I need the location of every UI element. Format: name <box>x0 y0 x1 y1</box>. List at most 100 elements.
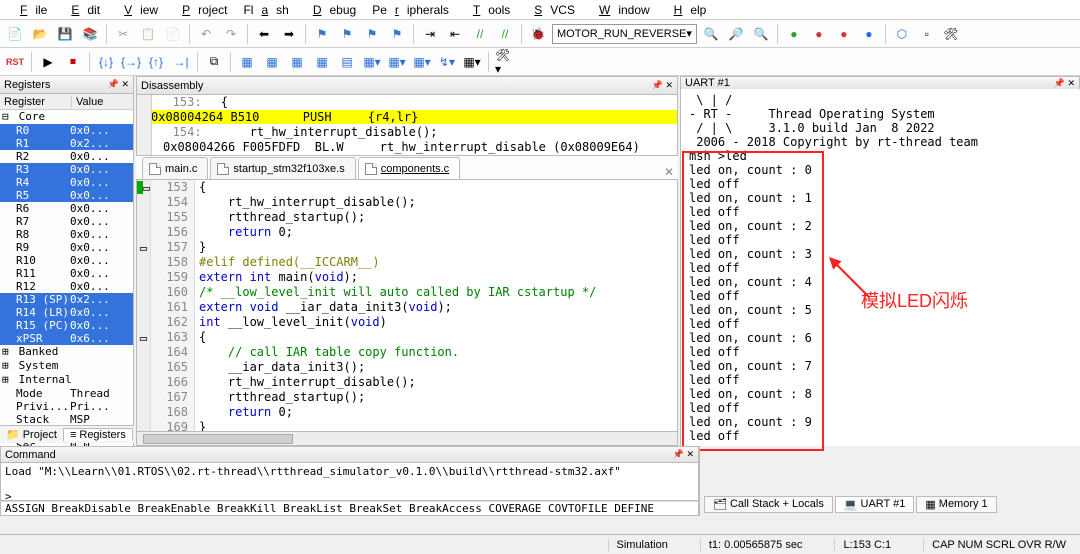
window-memory-button[interactable]: ▦▾ <box>361 51 383 73</box>
new-file-button[interactable]: 📄 <box>4 23 26 45</box>
nav-forward-button[interactable]: ➡ <box>278 23 300 45</box>
paste-button[interactable]: 📄 <box>162 23 184 45</box>
menu-help[interactable]: Help <box>658 3 715 17</box>
menu-edit[interactable]: Edit <box>55 3 108 17</box>
step-over-button[interactable]: {→} <box>120 51 142 73</box>
options-button[interactable]: ● <box>858 23 880 45</box>
editor-tab[interactable]: main.c <box>142 157 208 179</box>
breakpoint-marker[interactable] <box>137 345 150 360</box>
pin-icon[interactable]: 📌 ✕ <box>108 79 129 90</box>
tab-project[interactable]: 📁 Project <box>0 428 63 441</box>
window-disasm-button[interactable]: ▦ <box>261 51 283 73</box>
register-row[interactable]: R15 (PC)0x0... <box>0 319 133 332</box>
register-row[interactable]: R20x0... <box>0 150 133 163</box>
reg-group[interactable]: ⊞ Internal <box>0 373 133 387</box>
breakpoint-marker[interactable] <box>137 210 150 225</box>
run-to-cursor-button[interactable]: →| <box>170 51 192 73</box>
editor-tab[interactable]: components.c <box>358 157 460 179</box>
window-analysis-button[interactable]: ▦▾ <box>411 51 433 73</box>
copy-button[interactable]: 📋 <box>137 23 159 45</box>
comment-button[interactable]: // <box>469 23 491 45</box>
breakpoint-marker[interactable] <box>137 195 150 210</box>
bookmark-next-button[interactable]: ⚑ <box>361 23 383 45</box>
search-next-button[interactable]: 🔎 <box>725 23 747 45</box>
debug-icon[interactable]: ⬡ <box>891 23 913 45</box>
breakpoint-marker[interactable] <box>137 420 150 432</box>
breakpoint-marker[interactable] <box>137 255 150 270</box>
menu-peripherals[interactable]: Peripherals <box>364 3 457 17</box>
breakpoint-marker[interactable] <box>137 225 150 240</box>
load-icon[interactable]: 🐞 <box>527 23 549 45</box>
register-row[interactable]: R120x0... <box>0 280 133 293</box>
command-output[interactable]: Load "M:\\Learn\\01.RTOS\\02.rt-thread\\… <box>0 463 699 501</box>
outdent-button[interactable]: ⇤ <box>444 23 466 45</box>
bookmark-clear-button[interactable]: ⚑ <box>386 23 408 45</box>
register-row[interactable]: R70x0... <box>0 215 133 228</box>
register-row[interactable]: R30x0... <box>0 163 133 176</box>
tools-icon[interactable]: 🛠 <box>940 23 962 45</box>
run-button[interactable]: ▶ <box>37 51 59 73</box>
window-serial-button[interactable]: ▦▾ <box>386 51 408 73</box>
register-row[interactable]: R110x0... <box>0 267 133 280</box>
register-row[interactable]: R00x0... <box>0 124 133 137</box>
register-row[interactable]: R40x0... <box>0 176 133 189</box>
breakpoint-marker[interactable] <box>137 270 150 285</box>
find-button[interactable]: 🔍 <box>700 23 722 45</box>
search-prev-button[interactable]: 🔍 <box>750 23 772 45</box>
reg-group[interactable]: ⊞ Banked <box>0 345 133 359</box>
step-in-button[interactable]: {↓} <box>95 51 117 73</box>
register-row[interactable]: R10x2... <box>0 137 133 150</box>
breakpoint-marker[interactable] <box>137 360 150 375</box>
window-icon[interactable]: ▫ <box>916 23 938 45</box>
nav-back-button[interactable]: ⬅ <box>253 23 275 45</box>
breakpoint-marker[interactable] <box>137 285 150 300</box>
breakpoint-marker[interactable]: ▭ <box>137 240 150 255</box>
window-regs-button[interactable]: ▦ <box>236 51 258 73</box>
editor-hscroll[interactable] <box>136 432 678 446</box>
breakpoint-marker[interactable] <box>137 375 150 390</box>
target-select[interactable]: MOTOR_RUN_REVERSE▾ <box>552 24 697 44</box>
code-editor[interactable]: ▭▭▭ 153154155156157158159160161162163164… <box>136 180 678 432</box>
toolbox-button[interactable]: 🛠▾ <box>494 51 516 73</box>
register-row[interactable]: R13 (SP)0x2... <box>0 293 133 306</box>
menu-debug[interactable]: Debug <box>297 3 364 17</box>
menu-project[interactable]: Project <box>166 3 235 17</box>
stop-build-button[interactable]: ● <box>833 23 855 45</box>
window-system-button[interactable]: ▦▾ <box>461 51 483 73</box>
stop-button[interactable]: ⏹ <box>62 51 84 73</box>
menu-view[interactable]: View <box>108 3 166 17</box>
undo-button[interactable]: ↶ <box>195 23 217 45</box>
reg-group[interactable]: ⊞ System <box>0 359 133 373</box>
register-row[interactable]: R14 (LR)0x0... <box>0 306 133 319</box>
show-disasm-button[interactable]: ⧉ <box>203 51 225 73</box>
disassembly-view[interactable]: 153: {0x08004264 B510 PUSH {r4,lr} 154: … <box>136 94 678 156</box>
reg-group-core[interactable]: ⊟ Core <box>0 110 133 124</box>
pin-icon[interactable]: 📌 ✕ <box>1054 78 1075 89</box>
menu-window[interactable]: Window <box>583 3 658 17</box>
reset-button[interactable]: RST <box>4 51 26 73</box>
pin-icon[interactable]: 📌 ✕ <box>652 80 673 91</box>
breakpoint-marker[interactable]: ▭ <box>137 330 150 345</box>
register-row[interactable]: R50x0... <box>0 189 133 202</box>
window-symbols-button[interactable]: ▦ <box>286 51 308 73</box>
menu-tools[interactable]: Tools <box>457 3 518 17</box>
register-row[interactable]: R60x0... <box>0 202 133 215</box>
breakpoint-marker[interactable] <box>137 315 150 330</box>
window-trace-button[interactable]: ↯▾ <box>436 51 458 73</box>
register-row[interactable]: Privi...Pri... <box>0 400 133 413</box>
cut-button[interactable]: ✂ <box>112 23 134 45</box>
close-tab-icon[interactable]: ✕ <box>664 165 674 179</box>
breakpoint-marker[interactable] <box>137 300 150 315</box>
step-out-button[interactable]: {↑} <box>145 51 167 73</box>
save-button[interactable]: 💾 <box>54 23 76 45</box>
redo-button[interactable]: ↷ <box>220 23 242 45</box>
register-row[interactable]: xPSR0x6... <box>0 332 133 345</box>
editor-tab[interactable]: startup_stm32f103xe.s <box>210 157 355 179</box>
bookmark-button[interactable]: ⚑ <box>311 23 333 45</box>
breakpoint-marker[interactable] <box>137 405 150 420</box>
breakpoint-marker[interactable]: ▭ <box>137 180 150 195</box>
indent-button[interactable]: ⇥ <box>419 23 441 45</box>
save-all-button[interactable]: 📚 <box>79 23 101 45</box>
bookmark-prev-button[interactable]: ⚑ <box>336 23 358 45</box>
tab-memory1[interactable]: ▦ Memory 1 <box>916 496 996 513</box>
